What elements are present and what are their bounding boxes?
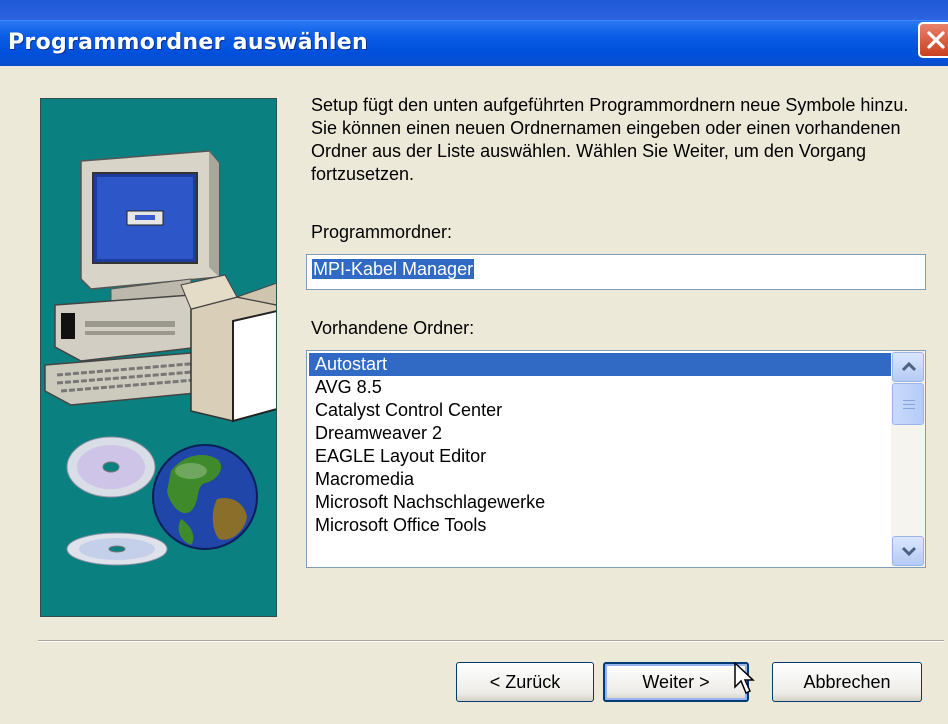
vertical-scrollbar[interactable]	[891, 351, 925, 567]
close-icon	[927, 31, 945, 49]
scroll-thumb[interactable]	[892, 383, 924, 425]
mouse-cursor-icon	[734, 662, 755, 695]
title-bar[interactable]: Programmordner auswählen	[0, 20, 948, 66]
cancel-button[interactable]: Abbrechen	[772, 662, 922, 702]
existing-folders-list[interactable]: Autostart AVG 8.5 Catalyst Control Cente…	[306, 350, 926, 568]
list-item-office-tools[interactable]: Microsoft Office Tools	[309, 514, 891, 537]
separator-line	[38, 640, 944, 642]
program-folder-value: MPI-Kabel Manager	[312, 259, 475, 279]
list-item-avg[interactable]: AVG 8.5	[309, 376, 891, 399]
list-item-nachschlagewerke[interactable]: Microsoft Nachschlagewerke	[309, 491, 891, 514]
list-item-autostart[interactable]: Autostart	[309, 353, 891, 376]
computer-icon	[44, 150, 276, 423]
scroll-up-button[interactable]	[892, 352, 924, 382]
scroll-down-icon	[901, 546, 917, 557]
cd-icon	[66, 436, 168, 566]
list-item-macromedia[interactable]: Macromedia	[309, 468, 891, 491]
list-item-catalyst[interactable]: Catalyst Control Center	[309, 399, 891, 422]
scroll-down-button[interactable]	[892, 536, 924, 566]
dialog-body: Setup fügt den unten aufgeführten Progra…	[0, 66, 948, 724]
globe-icon	[152, 444, 258, 550]
next-button[interactable]: Weiter >	[603, 662, 749, 702]
list-item-dreamweaver[interactable]: Dreamweaver 2	[309, 422, 891, 445]
close-button[interactable]	[918, 22, 948, 58]
back-button[interactable]: < Zurück	[456, 662, 594, 702]
list-item-eagle[interactable]: EAGLE Layout Editor	[309, 445, 891, 468]
scroll-up-icon	[901, 361, 917, 372]
existing-folders-label: Vorhandene Ordner:	[311, 318, 475, 338]
program-folder-label: Programmordner:	[311, 222, 453, 242]
instructions-text: Setup fügt den unten aufgeführten Progra…	[311, 95, 909, 184]
window-title: Programmordner auswählen	[8, 30, 368, 55]
setup-illustration	[40, 98, 277, 617]
program-folder-input[interactable]: MPI-Kabel Manager	[306, 254, 926, 290]
top-strip	[0, 0, 948, 20]
